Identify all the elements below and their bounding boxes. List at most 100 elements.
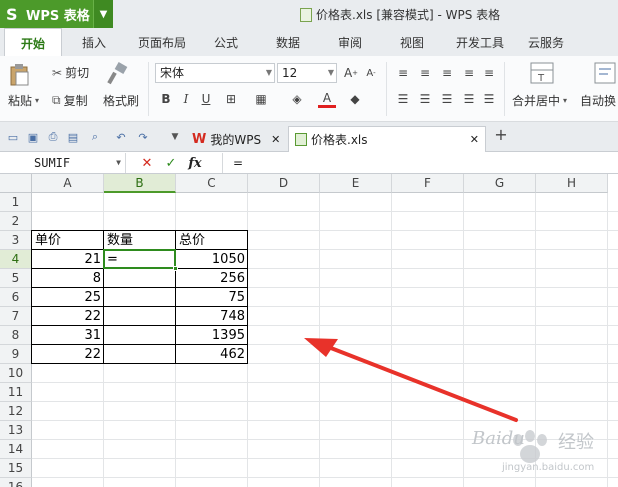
print-icon[interactable]: ▤ bbox=[66, 130, 80, 144]
border-icon[interactable]: ⊞ bbox=[222, 90, 240, 108]
clear-format-icon[interactable]: ◆ bbox=[346, 90, 364, 108]
print-preview-icon[interactable]: ⎙ bbox=[46, 130, 60, 144]
cell-b6[interactable] bbox=[104, 288, 176, 307]
fill-handle[interactable] bbox=[173, 266, 178, 271]
tab-home[interactable]: 开始 bbox=[4, 28, 62, 56]
align-justify-icon[interactable]: ≡ bbox=[460, 64, 478, 82]
row-header-5[interactable]: 5 bbox=[0, 269, 32, 288]
preview-icon[interactable]: ⌕ bbox=[88, 130, 102, 144]
font-name-select[interactable]: 宋体 ▼ bbox=[155, 63, 275, 83]
fill-pattern-icon[interactable]: ▦ bbox=[252, 90, 270, 108]
cancel-icon[interactable]: ✕ bbox=[138, 154, 156, 172]
tab-cloud[interactable]: 云服务 bbox=[520, 28, 572, 56]
column-header-h[interactable]: H bbox=[536, 174, 608, 193]
decrease-font-icon[interactable]: A- bbox=[362, 64, 380, 82]
column-header-e[interactable]: E bbox=[320, 174, 392, 193]
cell-c6[interactable]: 75 bbox=[176, 288, 248, 307]
redo-icon[interactable]: ↷ bbox=[136, 130, 150, 144]
cell-c3[interactable]: 总价 bbox=[176, 231, 248, 250]
merge-center-icon[interactable]: T bbox=[530, 62, 554, 84]
row-header-6[interactable]: 6 bbox=[0, 288, 32, 307]
row-header-11[interactable]: 11 bbox=[0, 383, 32, 402]
wrap-text-icon[interactable] bbox=[594, 62, 616, 84]
save-icon[interactable]: ▣ bbox=[26, 130, 40, 144]
cell-a3[interactable]: 单价 bbox=[32, 231, 104, 250]
merge-center-button[interactable]: 合并居中 ▾ bbox=[512, 92, 567, 109]
tab-formulas[interactable]: 公式 bbox=[204, 28, 248, 56]
app-menu-chevron-icon[interactable]: ▼ bbox=[93, 0, 113, 28]
bold-icon[interactable]: B bbox=[157, 90, 175, 108]
close-icon[interactable]: ✕ bbox=[271, 133, 280, 146]
new-file-icon[interactable]: ▭ bbox=[6, 130, 20, 144]
column-header-b[interactable]: B bbox=[104, 174, 176, 193]
quick-access-chevron-icon[interactable]: ▼ bbox=[168, 130, 182, 144]
cell-c5[interactable]: 256 bbox=[176, 269, 248, 288]
row-header-4[interactable]: 4 bbox=[0, 250, 32, 269]
row-header-9[interactable]: 9 bbox=[0, 345, 32, 364]
row-header-16[interactable]: 16 bbox=[0, 478, 32, 487]
cell-b3[interactable]: 数量 bbox=[104, 231, 176, 250]
cell-a9[interactable]: 22 bbox=[32, 345, 104, 364]
formula-input[interactable]: = bbox=[222, 153, 618, 173]
doc-tab-price-sheet[interactable]: 价格表.xls ✕ bbox=[288, 126, 486, 152]
app-menu-button[interactable]: S WPS 表格 ▼ bbox=[0, 0, 113, 28]
confirm-icon[interactable]: ✓ bbox=[162, 154, 180, 172]
cell-a6[interactable]: 25 bbox=[32, 288, 104, 307]
paste-dropdown[interactable]: 粘贴 ▾ bbox=[8, 92, 39, 109]
cell-c7[interactable]: 748 bbox=[176, 307, 248, 326]
copy-button[interactable]: ⧉ 复制 bbox=[52, 92, 88, 109]
wrap-text-button[interactable]: 自动换 bbox=[580, 92, 616, 109]
column-header-d[interactable]: D bbox=[248, 174, 320, 193]
insert-function-icon[interactable]: fx bbox=[186, 154, 204, 172]
cell-c9[interactable]: 462 bbox=[176, 345, 248, 364]
font-size-select[interactable]: 12 ▼ bbox=[277, 63, 337, 83]
format-painter-button[interactable]: 格式刷 bbox=[103, 92, 139, 109]
column-header-g[interactable]: G bbox=[464, 174, 536, 193]
align-middle-icon[interactable]: ≡ bbox=[416, 64, 434, 82]
indent-icon[interactable]: ≡ bbox=[480, 64, 498, 82]
align-top-icon[interactable]: ≡ bbox=[394, 64, 412, 82]
outdent-icon[interactable]: ☰ bbox=[480, 90, 498, 108]
tab-developer[interactable]: 开发工具 bbox=[448, 28, 512, 56]
distribute-icon[interactable]: ☰ bbox=[460, 90, 478, 108]
align-bottom-icon[interactable]: ≡ bbox=[438, 64, 456, 82]
italic-icon[interactable]: I bbox=[177, 90, 195, 108]
underline-icon[interactable]: U bbox=[197, 90, 215, 108]
column-header-c[interactable]: C bbox=[176, 174, 248, 193]
cell-a4[interactable]: 21 bbox=[32, 250, 104, 269]
row-header-12[interactable]: 12 bbox=[0, 402, 32, 421]
tab-page-layout[interactable]: 页面布局 bbox=[130, 28, 194, 56]
increase-font-icon[interactable]: A + bbox=[342, 64, 360, 82]
tab-insert[interactable]: 插入 bbox=[68, 28, 120, 56]
select-all-corner[interactable] bbox=[0, 174, 32, 193]
row-header-2[interactable]: 2 bbox=[0, 212, 32, 231]
cut-button[interactable]: ✂ 剪切 bbox=[52, 64, 89, 81]
cell-b8[interactable] bbox=[104, 326, 176, 345]
cell-c8[interactable]: 1395 bbox=[176, 326, 248, 345]
undo-icon[interactable]: ↶ bbox=[114, 130, 128, 144]
align-right-icon[interactable]: ☰ bbox=[438, 90, 456, 108]
row-header-10[interactable]: 10 bbox=[0, 364, 32, 383]
row-header-14[interactable]: 14 bbox=[0, 440, 32, 459]
row-header-15[interactable]: 15 bbox=[0, 459, 32, 478]
doc-tab-my-wps[interactable]: W 我的WPS ✕ bbox=[186, 126, 286, 152]
add-tab-button[interactable]: + bbox=[494, 125, 508, 144]
font-color-icon[interactable]: A bbox=[318, 90, 336, 108]
tab-review[interactable]: 审阅 bbox=[328, 28, 372, 56]
row-header-8[interactable]: 8 bbox=[0, 326, 32, 345]
column-header-a[interactable]: A bbox=[32, 174, 104, 193]
format-painter-icon-button[interactable] bbox=[106, 62, 134, 86]
row-header-7[interactable]: 7 bbox=[0, 307, 32, 326]
fill-color-icon[interactable]: ◈ bbox=[288, 90, 306, 108]
name-box[interactable]: SUMIF ▼ bbox=[0, 153, 126, 173]
cell-a5[interactable]: 8 bbox=[32, 269, 104, 288]
row-header-1[interactable]: 1 bbox=[0, 193, 32, 212]
cell-b5[interactable] bbox=[104, 269, 176, 288]
tab-data[interactable]: 数据 bbox=[266, 28, 310, 56]
paste-button[interactable] bbox=[8, 62, 36, 88]
close-icon[interactable]: ✕ bbox=[470, 133, 479, 146]
row-header-3[interactable]: 3 bbox=[0, 231, 32, 250]
cell-b9[interactable] bbox=[104, 345, 176, 364]
column-header-f[interactable]: F bbox=[392, 174, 464, 193]
align-center-icon[interactable]: ☰ bbox=[416, 90, 434, 108]
